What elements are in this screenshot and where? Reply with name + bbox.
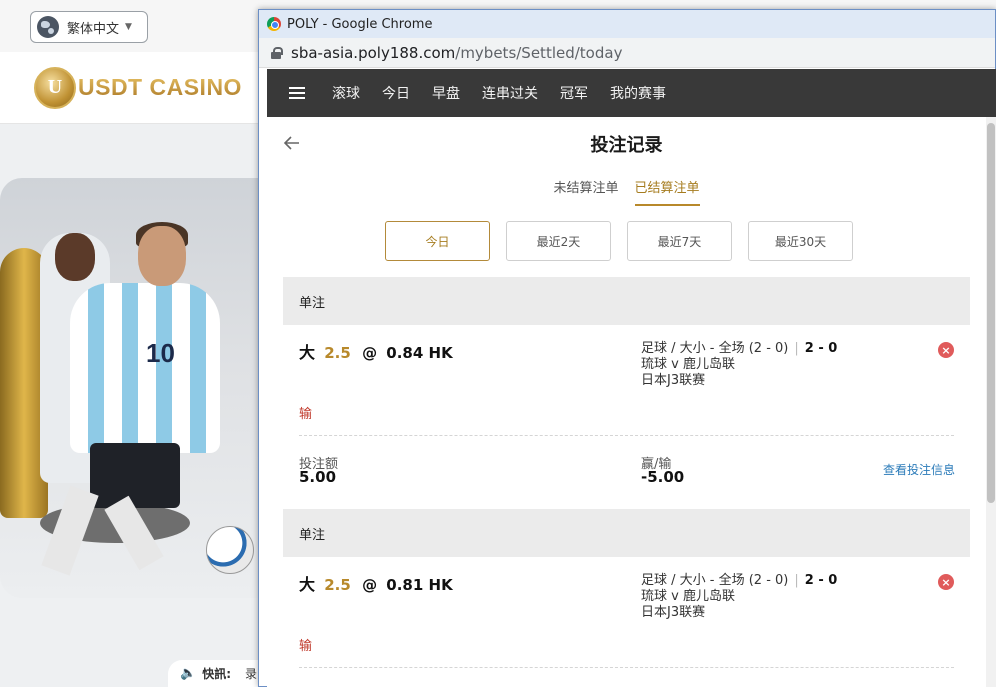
sports-nav-bar: 滚球 今日 早盘 连串过关 冠军 我的赛事: [267, 69, 996, 117]
filter-2-days-button[interactable]: 最近2天: [506, 221, 611, 261]
nav-item-live[interactable]: 滚球: [332, 83, 360, 103]
bet-selection: 大 2.5 @ 0.81 HK: [299, 571, 453, 595]
url-path: /mybets/Settled/today: [455, 43, 623, 62]
final-score: 2 - 0: [804, 573, 838, 588]
scrollbar[interactable]: [986, 117, 996, 687]
match-info: 足球 / 大小 - 全场 (2 - 0) | 2 - 0 琉球 v 鹿儿岛联 日本J…: [641, 573, 837, 621]
nav-item-parlay[interactable]: 连串过关: [482, 83, 538, 103]
filter-30-days-button[interactable]: 最近30天: [748, 221, 853, 261]
globe-icon: [37, 16, 59, 38]
bet-type-header: 单注: [283, 277, 970, 325]
browser-window: POLY - Google Chrome sba-asia.poly188.co…: [258, 9, 996, 687]
league: 日本J3联赛: [641, 373, 706, 388]
tab-unsettled[interactable]: 未结算注单: [553, 177, 618, 206]
bet-result: 输: [299, 639, 313, 654]
bet-type-header: 单注: [283, 509, 970, 557]
window-title: POLY - Google Chrome: [287, 16, 433, 32]
coin-logo-icon: U: [34, 66, 76, 109]
divider: [299, 667, 954, 668]
page-title: 投注记录: [590, 135, 663, 156]
bet-line-value: 2.5: [324, 576, 351, 594]
separator: |: [794, 341, 799, 356]
settlement-tabs: 未结算注单 已结算注单: [267, 177, 986, 206]
nav-item-my-events[interactable]: 我的赛事: [610, 83, 666, 103]
caret-down-icon: ▼: [125, 22, 132, 32]
bet-at-symbol: @: [362, 576, 378, 594]
bet-odds: 0.84 HK: [386, 344, 453, 362]
match-info: 足球 / 大小 - 全场 (2 - 0) | 2 - 0 琉球 v 鹿儿岛联 日本J…: [641, 341, 837, 389]
bet-selection: 大 2.5 @ 0.84 HK: [299, 339, 453, 363]
speaker-icon: 🔈: [180, 666, 197, 681]
market-label: 足球 / 大小 - 全场 (2 - 0): [641, 573, 789, 588]
bet-card: 大 2.5 @ 0.81 HK 足球 / 大小 - 全场 (2 - 0) | 2 -…: [283, 557, 970, 687]
hero-banner[interactable]: 10: [0, 178, 262, 598]
football-image: [206, 526, 254, 574]
news-label: 快訊:: [202, 667, 231, 681]
site-logo[interactable]: U USDT CASINO: [0, 52, 262, 124]
logo-text: USDT CASINO: [78, 74, 242, 100]
bet-card: 大 2.5 @ 0.84 HK 足球 / 大小 - 全场 (2 - 0) | 2 -…: [283, 325, 970, 509]
chrome-icon: [267, 17, 281, 31]
bet-odds: 0.81 HK: [386, 576, 453, 594]
final-score: 2 - 0: [804, 341, 838, 356]
stake-value: 5.00: [299, 468, 337, 486]
bet-pick: 大: [299, 575, 316, 594]
bet-result: 输: [299, 407, 313, 422]
language-selector[interactable]: 繁体中文 ▼: [30, 11, 148, 43]
bet-pick: 大: [299, 343, 316, 362]
bet-at-symbol: @: [362, 344, 378, 362]
filter-today-button[interactable]: 今日: [385, 221, 490, 261]
view-bet-info-link[interactable]: 查看投注信息: [883, 461, 955, 478]
bet-history-page: 投注记录 未结算注单 已结算注单 今日 最近2天 最近7天 最近30天 单注 大…: [267, 117, 986, 687]
divider: [299, 435, 954, 436]
league: 日本J3联赛: [641, 605, 706, 620]
url-host: sba-asia.poly188.com: [291, 43, 456, 62]
nav-item-early[interactable]: 早盘: [432, 83, 460, 103]
market-label: 足球 / 大小 - 全场 (2 - 0): [641, 341, 789, 356]
menu-icon[interactable]: [289, 87, 305, 99]
lose-status-icon: ×: [938, 342, 954, 358]
teams: 琉球 v 鹿儿岛联: [641, 589, 735, 604]
teams: 琉球 v 鹿儿岛联: [641, 357, 735, 372]
filter-7-days-button[interactable]: 最近7天: [627, 221, 732, 261]
player-image: [70, 283, 220, 453]
news-ticker[interactable]: 🔈 快訊: 录: [168, 660, 262, 687]
winloss-value: -5.00: [641, 468, 685, 486]
news-text: 录: [245, 667, 258, 681]
date-filters: 今日 最近2天 最近7天 最近30天: [385, 221, 869, 261]
language-label: 繁体中文: [67, 21, 120, 37]
jersey-number: 10: [146, 338, 175, 368]
address-bar[interactable]: sba-asia.poly188.com/mybets/Settled/toda…: [259, 38, 995, 68]
nav-item-today[interactable]: 今日: [382, 83, 410, 103]
bet-line-value: 2.5: [324, 344, 351, 362]
lose-status-icon: ×: [938, 574, 954, 590]
scrollbar-thumb[interactable]: [987, 123, 995, 503]
nav-item-outright[interactable]: 冠军: [560, 83, 588, 103]
tab-settled[interactable]: 已结算注单: [634, 177, 700, 206]
separator: |: [794, 573, 799, 588]
window-title-bar[interactable]: POLY - Google Chrome: [259, 10, 995, 38]
lock-icon[interactable]: [271, 46, 283, 59]
